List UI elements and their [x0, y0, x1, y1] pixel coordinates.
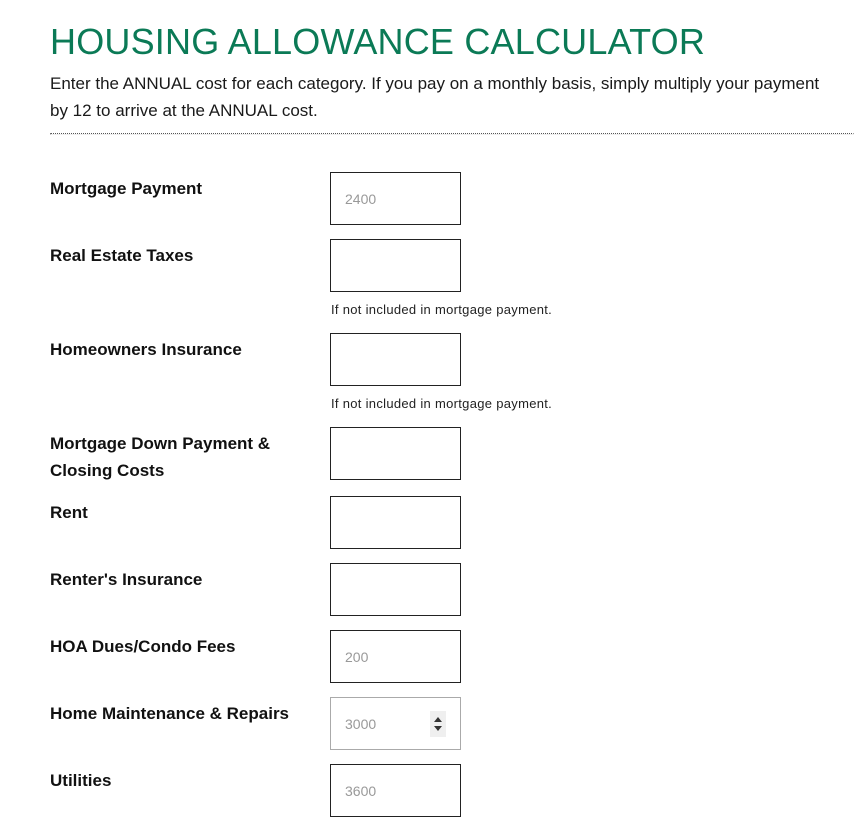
field-label: Mortgage Payment	[50, 179, 203, 198]
mortgage-payment-input[interactable]	[331, 173, 460, 224]
header-divider	[50, 133, 854, 135]
rent-field[interactable]	[330, 496, 461, 549]
real-estate-taxes-field[interactable]	[330, 239, 461, 292]
field-help-text: If not included in mortgage payment.	[331, 302, 553, 317]
homeowners-insurance-input[interactable]	[331, 334, 460, 385]
utilities-input[interactable]	[331, 765, 460, 816]
field-label: Renter's Insurance	[50, 570, 203, 589]
rent-input[interactable]	[331, 497, 460, 548]
hoa-dues-input[interactable]	[331, 631, 460, 682]
renters-insurance-input[interactable]	[331, 564, 460, 615]
intro-text: Enter the ANNUAL cost for each category.…	[50, 74, 820, 120]
utilities-field[interactable]	[330, 764, 461, 817]
field-label: Rent	[50, 503, 88, 522]
mortgage-payment-field[interactable]	[330, 172, 461, 225]
down-payment-closing-field[interactable]	[330, 427, 461, 480]
page-title: HOUSING ALLOWANCE CALCULATOR	[50, 21, 706, 62]
real-estate-taxes-input[interactable]	[331, 240, 460, 291]
field-label: Utilities	[50, 771, 112, 790]
down-payment-closing-input[interactable]	[331, 428, 460, 479]
field-label: HOA Dues/Condo Fees	[50, 637, 236, 656]
field-label: Home Maintenance & Repairs	[50, 704, 290, 723]
field-label: Mortgage Down Payment & Closing Costs	[50, 434, 271, 480]
field-label: Homeowners Insurance	[50, 340, 242, 359]
home-maintenance-field[interactable]	[330, 697, 461, 750]
renters-insurance-field[interactable]	[330, 563, 461, 616]
field-help-text: If not included in mortgage payment.	[331, 396, 553, 411]
homeowners-insurance-field[interactable]	[330, 333, 461, 386]
hoa-dues-field[interactable]	[330, 630, 461, 683]
number-spinner[interactable]	[430, 711, 446, 737]
field-label: Real Estate Taxes	[50, 246, 194, 265]
spinner-up-arrow-icon[interactable]	[434, 717, 442, 722]
spinner-down-arrow-icon[interactable]	[434, 726, 442, 731]
